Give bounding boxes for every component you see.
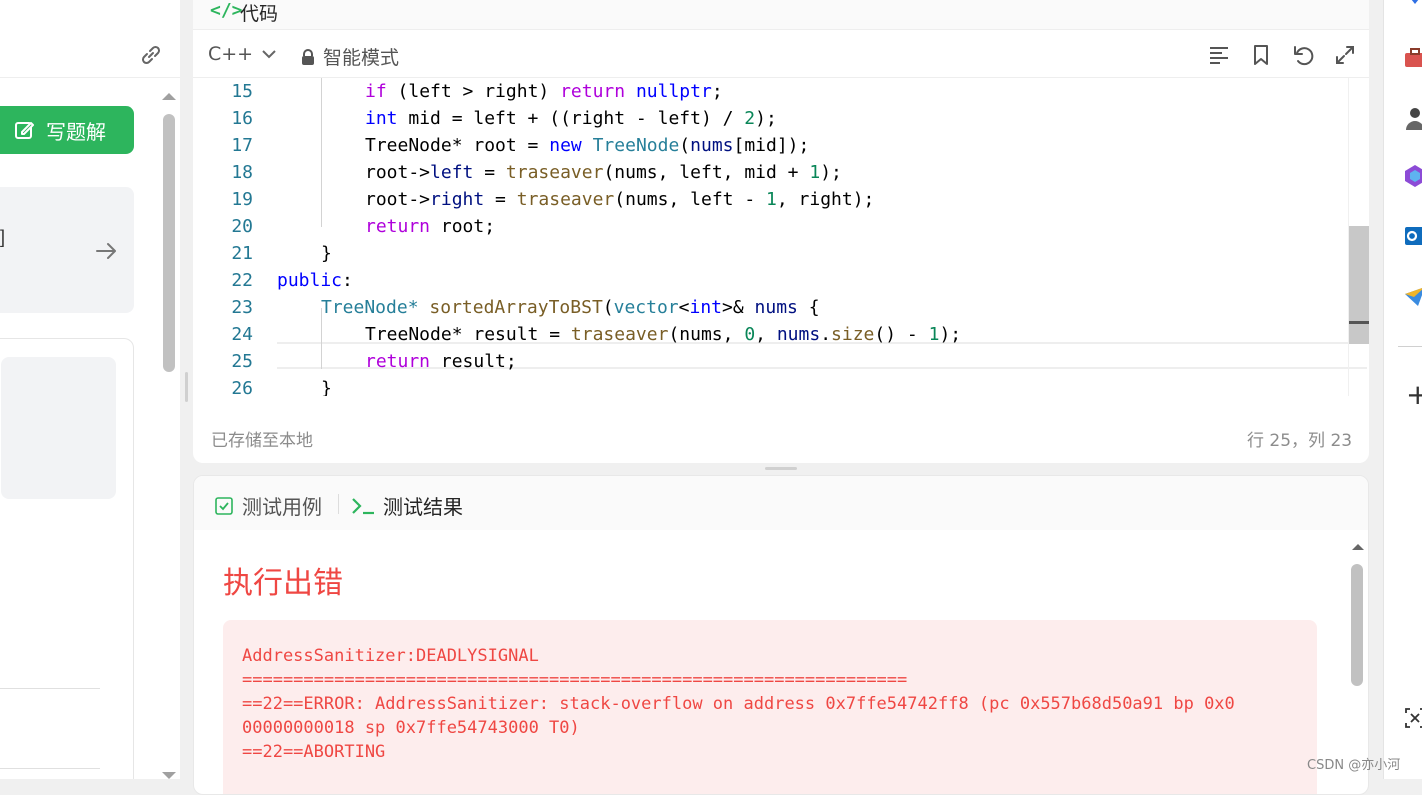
error-output-text: AddressSanitizer:DEADLYSIGNAL ===========… xyxy=(242,644,1302,764)
code-line: } xyxy=(321,243,332,264)
office-icon[interactable] xyxy=(1403,164,1422,188)
user-icon[interactable] xyxy=(1403,106,1422,130)
error-line: ==22==ERROR: AddressSanitizer: stack-ove… xyxy=(242,694,1235,714)
code-editor[interactable]: 15 16 17 18 19 20 21 22 23 24 25 26 if (… xyxy=(193,78,1369,396)
code-line: int mid = left + ((right - left) / 2); xyxy=(365,108,777,129)
line-number: 21 xyxy=(231,243,253,264)
code-line: root->right = traseaver(nums, left - 1, … xyxy=(365,189,875,210)
result-tabs: 测试用例 测试结果 xyxy=(194,476,1368,530)
divider xyxy=(0,688,100,689)
tab-result-label: 测试结果 xyxy=(383,495,463,519)
editor-toolbar: C++ 智能模式 xyxy=(193,31,1369,78)
left-scrollbar-thumb[interactable] xyxy=(163,114,175,372)
language-label: C++ xyxy=(208,43,254,65)
code-panel: </> 代码 C++ 智能模式 15 16 17 18 19 20 21 22 … xyxy=(193,0,1369,463)
code-line: return result; xyxy=(365,351,517,372)
error-line: 00000000018 sp 0x7ffe54743000 T0) xyxy=(242,718,580,738)
horizontal-resize-handle[interactable] xyxy=(765,467,797,470)
right-sidebar: + xyxy=(1383,0,1422,779)
write-solution-button[interactable]: 写题解 xyxy=(0,106,134,154)
divider xyxy=(0,768,100,769)
code-line: TreeNode* root = new TreeNode(nums[mid])… xyxy=(365,135,810,156)
terminal-icon xyxy=(352,497,374,514)
code-line: root->left = traseaver(nums, left, mid +… xyxy=(365,162,842,183)
code-scrollbar-thumb[interactable] xyxy=(1349,226,1369,344)
error-line: AddressSanitizer:DEADLYSIGNAL xyxy=(242,646,539,666)
result-scrollbar-thumb[interactable] xyxy=(1351,564,1363,686)
result-panel: 测试用例 测试结果 执行出错 AddressSanitizer:DEADLYSI… xyxy=(193,475,1369,795)
tab-divider xyxy=(338,494,339,514)
left-nav-card[interactable]: ] xyxy=(0,187,134,313)
checkbox-icon xyxy=(215,496,233,515)
cursor-position: 行 25，列 23 xyxy=(1247,431,1353,451)
line-number: 15 xyxy=(231,81,253,102)
line-number: 24 xyxy=(231,324,253,345)
line-number: 17 xyxy=(231,135,253,156)
undo-icon[interactable] xyxy=(1292,44,1314,66)
line-number: 22 xyxy=(231,270,253,291)
save-status: 已存储至本地 xyxy=(211,431,313,451)
tab-testcase-label: 测试用例 xyxy=(242,495,322,519)
mode-label: 智能模式 xyxy=(323,47,400,69)
code-icon: </> xyxy=(210,0,243,21)
left-content-card xyxy=(0,338,134,779)
watermark: CSDN @亦小河 xyxy=(1307,758,1401,773)
line-number: 16 xyxy=(231,108,253,129)
tab-test-result[interactable]: 测试结果 xyxy=(351,491,463,520)
code-scroll-position-marker xyxy=(1349,321,1369,324)
tab-testcase[interactable]: 测试用例 xyxy=(214,491,322,520)
left-card-text: ] xyxy=(0,227,6,247)
add-icon[interactable]: + xyxy=(1406,378,1422,411)
code-panel-header: </> 代码 xyxy=(193,0,1369,30)
code-line: if (left > right) return nullptr; xyxy=(365,81,723,102)
send-icon[interactable] xyxy=(1403,284,1422,308)
language-select[interactable]: C++ xyxy=(208,43,277,65)
write-solution-label: 写题解 xyxy=(46,119,106,144)
error-output-box: AddressSanitizer:DEADLYSIGNAL ===========… xyxy=(223,620,1317,794)
bookmark-icon[interactable] xyxy=(1250,44,1272,66)
app-icon[interactable] xyxy=(1403,0,1422,14)
indent-guide xyxy=(321,78,322,227)
code-line: TreeNode* sortedArrayToBST(vector<int>& … xyxy=(321,297,820,318)
edit-icon xyxy=(15,122,34,139)
toolbox-icon[interactable] xyxy=(1403,46,1422,70)
left-content-placeholder xyxy=(1,357,116,499)
divider xyxy=(1398,346,1422,347)
code-panel-title: 代码 xyxy=(240,3,279,25)
scroll-up-arrow[interactable] xyxy=(1351,542,1365,552)
error-line: ==22==ABORTING xyxy=(242,742,386,762)
mode-indicator[interactable]: 智能模式 xyxy=(301,43,399,70)
line-number: 25 xyxy=(231,351,253,372)
line-number: 18 xyxy=(231,162,253,183)
lock-icon xyxy=(302,48,314,65)
error-title: 执行出错 xyxy=(223,566,343,601)
line-number: 26 xyxy=(231,378,253,396)
scroll-down-arrow[interactable] xyxy=(160,770,178,779)
screenshot-icon[interactable] xyxy=(1403,706,1422,730)
link-icon[interactable] xyxy=(138,44,164,66)
vertical-resize-handle[interactable] xyxy=(185,372,188,402)
line-number: 19 xyxy=(231,189,253,210)
left-panel: 写题解 ] xyxy=(0,0,180,779)
outlook-icon[interactable] xyxy=(1403,224,1422,248)
format-icon[interactable] xyxy=(1208,44,1230,66)
code-line: return root; xyxy=(365,216,496,237)
scroll-up-arrow[interactable] xyxy=(160,90,178,102)
code-line: } xyxy=(321,378,332,396)
chevron-down-icon xyxy=(262,50,276,59)
expand-icon[interactable] xyxy=(1334,44,1356,66)
error-line: ========================================… xyxy=(242,670,908,690)
code-line: TreeNode* result = traseaver(nums, 0, nu… xyxy=(365,324,962,345)
code-line: public: xyxy=(277,270,353,291)
line-number: 23 xyxy=(231,297,253,318)
line-number: 20 xyxy=(231,216,253,237)
arrow-right-icon xyxy=(96,243,116,259)
